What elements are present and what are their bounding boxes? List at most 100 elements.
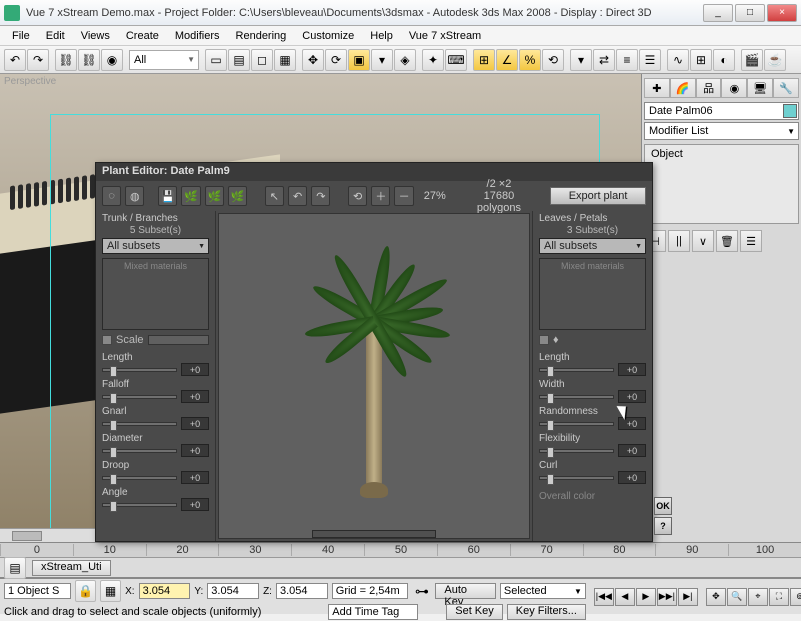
trunk-slider-3[interactable] bbox=[102, 449, 177, 453]
leaves-value-1[interactable]: +0 bbox=[618, 390, 646, 403]
close-button[interactable]: × bbox=[767, 4, 797, 22]
menu-edit[interactable]: Edit bbox=[38, 28, 73, 44]
preset3-icon[interactable]: 🌿 bbox=[228, 186, 247, 206]
menu-views[interactable]: Views bbox=[73, 28, 118, 44]
menu-file[interactable]: File bbox=[4, 28, 38, 44]
play-button[interactable]: ▶ bbox=[636, 588, 656, 606]
leaves-value-4[interactable]: +0 bbox=[618, 471, 646, 484]
remove-mod-icon[interactable]: 🗑 bbox=[716, 230, 738, 252]
prev-frame-button[interactable]: ◀ bbox=[615, 588, 635, 606]
menu-rendering[interactable]: Rendering bbox=[228, 28, 295, 44]
goto-start-button[interactable]: |◀◀ bbox=[594, 588, 614, 606]
angle-snap-icon[interactable]: ∠ bbox=[496, 49, 518, 71]
stack-item-object[interactable]: Object bbox=[645, 145, 798, 163]
export-plant-button[interactable]: Export plant bbox=[550, 187, 646, 205]
autokey-button[interactable]: Auto Key bbox=[435, 583, 496, 599]
keymode-icon[interactable]: ⌨ bbox=[445, 49, 467, 71]
tab-display-icon[interactable]: 🖥 bbox=[747, 78, 773, 98]
save-plant-icon[interactable]: 💾 bbox=[158, 186, 177, 206]
leaves-slider-0[interactable] bbox=[539, 368, 614, 372]
nav-orbit-icon[interactable]: ⊚ bbox=[790, 588, 801, 606]
setkey-button[interactable]: Set Key bbox=[446, 604, 503, 620]
refsys-icon[interactable]: ▾ bbox=[371, 49, 393, 71]
material-icon[interactable]: ◐ bbox=[713, 49, 735, 71]
curve-ed-icon[interactable]: ∿ bbox=[667, 49, 689, 71]
keymode-combo[interactable]: Selected bbox=[500, 583, 586, 599]
pick-icon[interactable]: ↖ bbox=[265, 186, 284, 206]
select-icon[interactable]: ▭ bbox=[205, 49, 227, 71]
scale-icon[interactable]: ▣ bbox=[348, 49, 370, 71]
trunk-slider-1[interactable] bbox=[102, 395, 177, 399]
menu-vue[interactable]: Vue 7 xStream bbox=[401, 28, 489, 44]
trunk-value-3[interactable]: +0 bbox=[181, 444, 209, 457]
undo-icon[interactable]: ↶ bbox=[4, 49, 26, 71]
rotate-view-icon[interactable]: ⟲ bbox=[348, 186, 367, 206]
trunk-value-4[interactable]: +0 bbox=[181, 471, 209, 484]
menu-modifiers[interactable]: Modifiers bbox=[167, 28, 228, 44]
leaves-slider-2[interactable] bbox=[539, 422, 614, 426]
zoom-out-icon[interactable]: － bbox=[394, 186, 413, 206]
window-cross-icon[interactable]: ▦ bbox=[274, 49, 296, 71]
nav-fov-icon[interactable]: ⌖ bbox=[748, 588, 768, 606]
maximize-button[interactable]: □ bbox=[735, 4, 765, 22]
leaves-slider-4[interactable] bbox=[539, 476, 614, 480]
trunk-value-1[interactable]: +0 bbox=[181, 390, 209, 403]
tab-utilities-icon[interactable]: 🔧 bbox=[773, 78, 799, 98]
y-field[interactable]: 3.054 bbox=[207, 583, 259, 599]
lock-icon[interactable]: 🔒 bbox=[75, 580, 96, 602]
link-icon[interactable]: ⛓ bbox=[55, 49, 77, 71]
nav-pan-icon[interactable]: ✥ bbox=[706, 588, 726, 606]
selection-filter-combo[interactable]: All bbox=[129, 50, 199, 70]
dialog-ok-button[interactable]: OK bbox=[654, 497, 672, 515]
tab-motion-icon[interactable]: ◉ bbox=[721, 78, 747, 98]
keyfilters-button[interactable]: Key Filters... bbox=[507, 604, 586, 620]
render-scene-icon[interactable]: 🎬 bbox=[741, 49, 763, 71]
redo-icon[interactable]: ↷ bbox=[27, 49, 49, 71]
scale-toggle-icon[interactable] bbox=[102, 335, 112, 345]
modifier-stack[interactable]: Object bbox=[644, 144, 799, 224]
redo2-icon[interactable]: ↷ bbox=[311, 186, 330, 206]
tab-hierarchy-icon[interactable]: 品 bbox=[696, 78, 722, 98]
scale-slider[interactable] bbox=[148, 335, 209, 345]
abs-icon[interactable]: ▦ bbox=[100, 580, 121, 602]
manip-icon[interactable]: ✦ bbox=[422, 49, 444, 71]
layers-icon[interactable]: ☰ bbox=[639, 49, 661, 71]
leaves-value-3[interactable]: +0 bbox=[618, 444, 646, 457]
leaves-value-0[interactable]: +0 bbox=[618, 363, 646, 376]
trunk-value-5[interactable]: +0 bbox=[181, 498, 209, 511]
preset2-icon[interactable]: 🌿 bbox=[205, 186, 224, 206]
schematic-icon[interactable]: ⊞ bbox=[690, 49, 712, 71]
tab-modify-icon[interactable]: 🌈 bbox=[670, 78, 696, 98]
configure-icon[interactable]: ☰ bbox=[740, 230, 762, 252]
trunk-material-preview[interactable]: Mixed materials bbox=[102, 258, 209, 330]
bind-icon[interactable]: ◉ bbox=[101, 49, 123, 71]
object-name-field[interactable]: Date Palm06 bbox=[644, 102, 799, 120]
rotate-icon[interactable]: ⟳ bbox=[325, 49, 347, 71]
trunk-slider-5[interactable] bbox=[102, 503, 177, 507]
unlink-icon[interactable]: ⛓ bbox=[78, 49, 100, 71]
leaves-value-2[interactable]: +0 bbox=[618, 417, 646, 430]
leaves-toggle-icon[interactable] bbox=[539, 335, 549, 345]
menu-help[interactable]: Help bbox=[362, 28, 401, 44]
dialog-help-button[interactable]: ? bbox=[654, 517, 672, 535]
xstream-util-button[interactable]: xStream_Uti bbox=[32, 560, 111, 576]
trunk-slider-0[interactable] bbox=[102, 368, 177, 372]
mirror-icon[interactable]: ⇄ bbox=[593, 49, 615, 71]
spinner-snap-icon[interactable]: ⟲ bbox=[542, 49, 564, 71]
move-icon[interactable]: ✥ bbox=[302, 49, 324, 71]
select-rect-icon[interactable]: ◻ bbox=[251, 49, 273, 71]
nav-zoom-icon[interactable]: 🔍 bbox=[727, 588, 747, 606]
leaves-slider-3[interactable] bbox=[539, 449, 614, 453]
goto-end-button[interactable]: ▶| bbox=[678, 588, 698, 606]
z-field[interactable]: 3.054 bbox=[276, 583, 328, 599]
load-plant-icon[interactable]: ◍ bbox=[125, 186, 144, 206]
minimize-button[interactable]: _ bbox=[703, 4, 733, 22]
snap-icon[interactable]: ⊞ bbox=[473, 49, 495, 71]
x-field[interactable]: 3.054 bbox=[139, 583, 191, 599]
undo2-icon[interactable]: ↶ bbox=[288, 186, 307, 206]
next-frame-button[interactable]: ▶▶| bbox=[657, 588, 677, 606]
leaves-subset-combo[interactable]: All subsets bbox=[539, 238, 646, 254]
named-sel-icon[interactable]: ▾ bbox=[570, 49, 592, 71]
zoom-in-icon[interactable]: ＋ bbox=[371, 186, 390, 206]
leaves-slider-1[interactable] bbox=[539, 395, 614, 399]
